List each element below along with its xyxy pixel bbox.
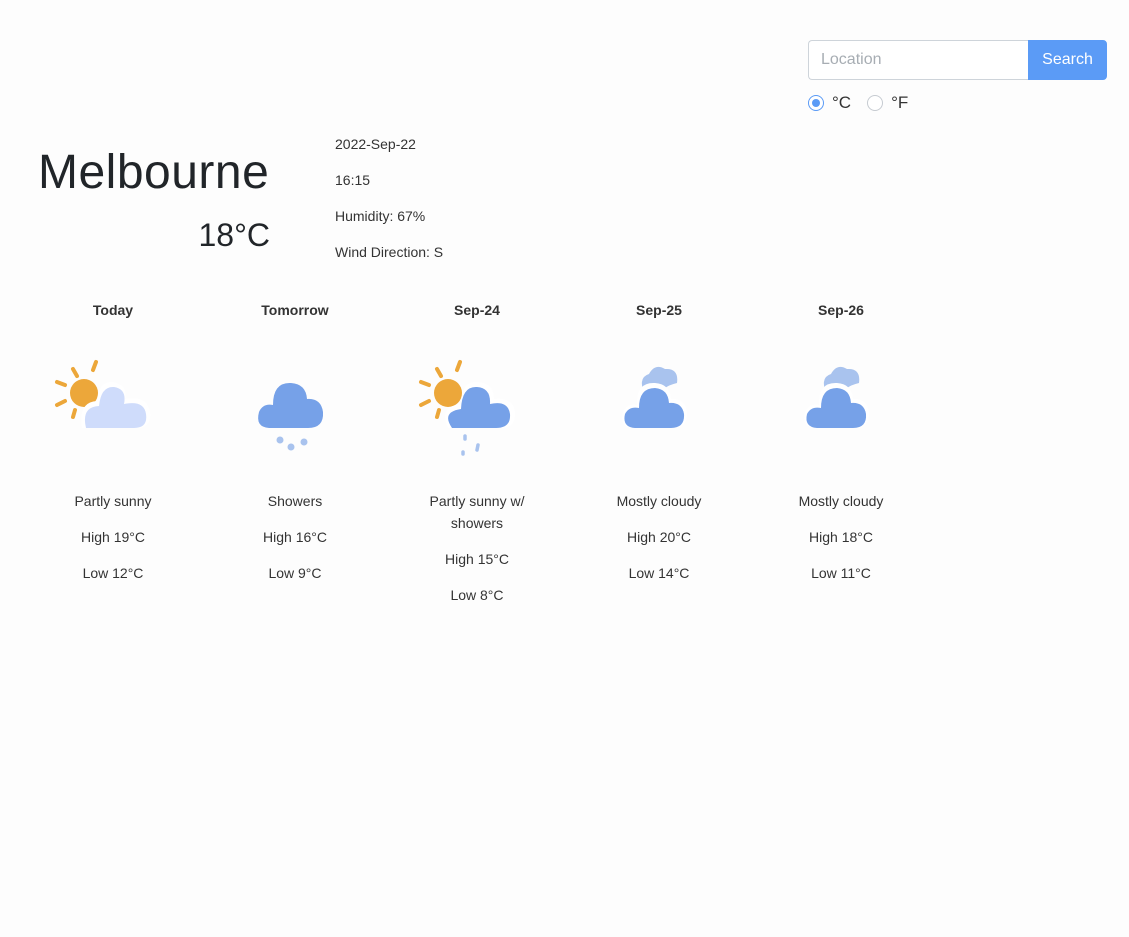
search-bar: Search: [808, 40, 1107, 80]
forecast-condition: Showers: [267, 493, 323, 509]
current-time: 16:15: [335, 172, 371, 188]
forecast-low: Low 8°C: [450, 587, 504, 603]
weather-app: Search °C °F Melbourne 18°C 2022-Sep-22 …: [0, 0, 1129, 937]
celsius-option[interactable]: °C: [808, 93, 851, 113]
forecast-info: Partly sunny w/ showers High 15°C Low 8°…: [386, 490, 568, 606]
showers-icon: [258, 382, 324, 451]
partly-sunny-icon: [55, 360, 151, 428]
forecast-high: High 19°C: [81, 529, 145, 545]
current-date: 2022-Sep-22: [335, 136, 416, 152]
forecast-day-name: Sep-26: [818, 302, 864, 318]
fahrenheit-option[interactable]: °F: [867, 93, 908, 113]
forecast-high: High 20°C: [627, 529, 691, 545]
forecast-info: Mostly cloudy High 20°C Low 14°C: [568, 490, 750, 584]
forecast-condition: Partly sunny: [74, 493, 152, 509]
forecast-day: Sep-24 Partly sunny w/ showers High 15°C…: [386, 300, 568, 603]
forecast-day-name: Today: [92, 302, 134, 318]
mostly-cloudy-icon: [622, 366, 688, 428]
forecast-high: High 15°C: [445, 551, 509, 567]
forecast-info: Mostly cloudy High 18°C Low 11°C: [750, 490, 932, 584]
wind-direction: Wind Direction: S: [335, 244, 444, 260]
search-button[interactable]: Search: [1028, 40, 1107, 80]
humidity: Humidity: 67%: [335, 208, 426, 224]
forecast-info: Partly sunny High 19°C Low 12°C: [22, 490, 204, 584]
forecast-condition: Mostly cloudy: [798, 493, 884, 509]
forecast-info: Showers High 16°C Low 9°C: [204, 490, 386, 584]
forecast-day: Sep-26 Mostly cloudy High 18°C Low 11°C: [750, 300, 932, 581]
forecast-day: Sep-25 Mostly cloudy High 20°C Low 14°C: [568, 300, 750, 581]
forecast-low: Low 9°C: [268, 565, 322, 581]
forecast-day: Today Partly sunny High 19°C Low 12°C: [22, 300, 204, 581]
partly-sunny-showers-icon: [419, 360, 516, 456]
forecast-day-name: Sep-25: [636, 302, 682, 318]
fahrenheit-label: °F: [891, 93, 909, 112]
forecast-low: Low 12°C: [82, 565, 144, 581]
fahrenheit-radio[interactable]: [867, 95, 884, 111]
forecast-condition: Partly sunny w/ showers: [429, 493, 525, 531]
forecast-low: Low 14°C: [628, 565, 690, 581]
current-temperature: 18°C: [198, 217, 271, 253]
city-name: Melbourne: [38, 146, 270, 199]
forecast-day: Tomorrow Showers High 16°C Low 9°C: [204, 300, 386, 581]
unit-toggle: °C °F: [808, 92, 924, 114]
forecast-low: Low 11°C: [811, 565, 871, 581]
forecast-day-name: Tomorrow: [261, 302, 329, 318]
celsius-label: °C: [832, 93, 852, 112]
forecast-day-name: Sep-24: [454, 302, 500, 318]
location-input[interactable]: [808, 40, 1028, 80]
forecast-high: High 18°C: [809, 529, 873, 545]
celsius-radio[interactable]: [808, 95, 824, 111]
current-details: 2022-Sep-22 16:15 Humidity: 67% Wind Dir…: [335, 134, 443, 278]
forecast-high: High 16°C: [263, 529, 327, 545]
mostly-cloudy-icon: [804, 366, 870, 428]
forecast-condition: Mostly cloudy: [616, 493, 702, 509]
